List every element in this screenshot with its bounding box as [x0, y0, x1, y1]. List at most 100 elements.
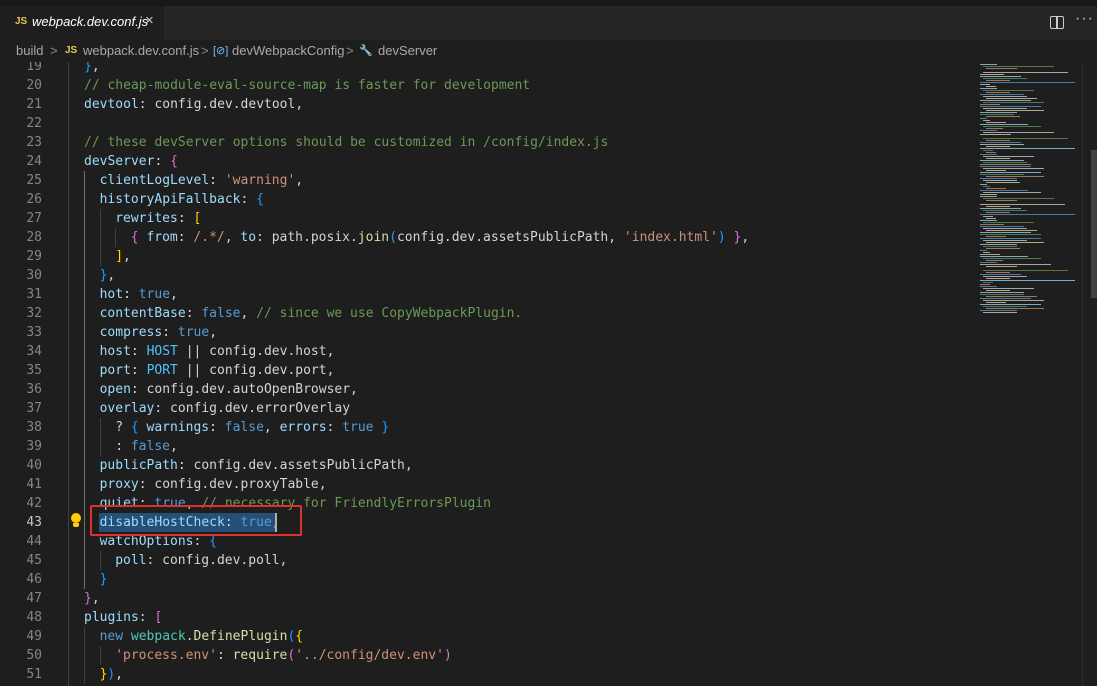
code-token: , — [295, 173, 304, 188]
minimap-line — [986, 116, 1020, 117]
split-editor-icon[interactable] — [1050, 16, 1064, 29]
more-actions-icon[interactable]: ··· — [1075, 10, 1094, 28]
code-line: hot: true, — [100, 285, 178, 304]
indent-guide — [84, 437, 85, 456]
line-number: 24 — [26, 154, 42, 169]
code-token: join — [357, 230, 390, 245]
lightbulb-icon[interactable] — [69, 511, 83, 530]
minimap-line — [986, 152, 997, 153]
code-token: { — [256, 192, 264, 207]
breadcrumb-devwebpackconfig[interactable]: devWebpackConfig — [232, 43, 345, 58]
indent-guide — [68, 62, 69, 686]
minimap-line — [980, 294, 1025, 295]
code-token: ) — [717, 230, 726, 245]
minimap-line — [980, 106, 1042, 107]
minimap-line — [983, 138, 1068, 139]
code-token: overlay — [99, 401, 155, 416]
minimap-line — [986, 266, 1017, 267]
code-line: historyApiFallback: { — [100, 190, 264, 209]
code-token: , — [115, 667, 124, 682]
indent-guide — [99, 418, 101, 437]
indent-guide — [84, 209, 85, 228]
line-number: 48 — [26, 610, 42, 625]
code-token: config.dev.assetsPublicPath, — [396, 230, 624, 245]
code-token: , — [169, 439, 178, 454]
code-line: rewrites: [ — [115, 209, 201, 228]
close-icon[interactable]: × — [145, 12, 154, 29]
tab-webpack-dev-conf[interactable]: JS webpack.dev.conf.js × — [0, 6, 164, 40]
indent-guide — [84, 494, 85, 513]
minimap-line — [980, 208, 1021, 209]
scrollbar-thumb[interactable] — [1091, 150, 1097, 298]
indent-guide — [84, 646, 85, 665]
minimap[interactable] — [978, 62, 1082, 686]
minimap-line — [980, 184, 987, 185]
line-number: 30 — [26, 268, 42, 283]
minimap-line — [986, 236, 1007, 237]
minimap-line — [983, 102, 1045, 103]
code-token: : — [209, 420, 225, 435]
line-number: 23 — [26, 135, 42, 150]
code-token: : — [130, 363, 147, 378]
code-token: [ — [193, 211, 202, 226]
minimap-line — [986, 206, 1010, 207]
code-line: : false, — [115, 437, 178, 456]
code-line: devtool: config.dev.devtool, — [84, 95, 303, 114]
minimap-line — [986, 302, 1007, 303]
line-number: 33 — [26, 325, 42, 340]
indent-guide — [84, 171, 85, 190]
minimap-line — [983, 180, 1017, 181]
minimap-line — [983, 300, 1045, 301]
code-token: : — [115, 439, 131, 454]
code-token: ) — [443, 648, 452, 663]
minimap-line — [986, 212, 1010, 213]
breadcrumb-build[interactable]: build — [16, 43, 43, 58]
code-token: ( — [389, 230, 397, 245]
indent-guide — [84, 513, 85, 532]
code-token: to — [240, 230, 257, 245]
code-line: 'process.env': require('../config/dev.en… — [115, 646, 452, 665]
line-number: 20 — [26, 78, 42, 93]
minimap-line — [986, 290, 1010, 291]
minimap-line — [980, 298, 1031, 299]
code-token: , — [263, 420, 280, 435]
code-editor[interactable]: 19 20 21 22 23 24 25 26 27 28 29 30 31 32 33 34 35 36 37 38… — [0, 62, 1097, 686]
minimap-line — [986, 218, 997, 219]
line-number: 50 — [26, 648, 42, 663]
code-token: require — [232, 648, 288, 663]
breadcrumb-devserver[interactable]: devServer — [378, 43, 437, 58]
code-token: : config.dev.poll, — [146, 553, 288, 568]
line-number: 38 — [26, 420, 42, 435]
code-token: : path.posix. — [256, 230, 358, 245]
indent-guide — [84, 190, 85, 209]
code-token: false — [130, 439, 170, 454]
minimap-line — [983, 186, 990, 187]
code-token: rewrites — [115, 211, 178, 226]
line-number: 21 — [26, 97, 42, 112]
code-token: errors — [279, 420, 327, 435]
code-token: { — [209, 534, 217, 549]
minimap-line — [983, 198, 1055, 199]
minimap-line — [986, 170, 1007, 171]
breadcrumb-file[interactable]: webpack.dev.conf.js — [83, 43, 199, 58]
code-token: : config.dev.autoOpenBrowser, — [130, 382, 358, 397]
minimap-line — [983, 162, 1028, 163]
minimap-line — [986, 242, 1044, 243]
wrench-icon: 🔧 — [359, 45, 373, 57]
code-token: . — [185, 629, 194, 644]
minimap-line — [986, 248, 1020, 249]
code-token: plugins — [84, 610, 139, 625]
indent-guide — [99, 247, 101, 266]
overview-ruler — [1082, 62, 1083, 686]
code-line: // cheap-module-eval-source-map is faste… — [84, 76, 530, 95]
minimap-line — [980, 142, 1021, 143]
minimap-line — [980, 84, 991, 85]
code-token: : — [138, 610, 155, 625]
minimap-line — [980, 274, 1021, 275]
indent-guide — [84, 456, 85, 475]
code-line: poll: config.dev.poll, — [115, 551, 287, 570]
minimap-line — [980, 262, 997, 263]
minimap-line — [980, 232, 1031, 233]
